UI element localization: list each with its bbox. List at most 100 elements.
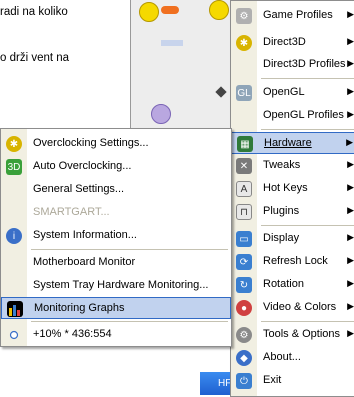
pencil-icon <box>215 86 227 98</box>
menu-item-label: Direct3D <box>263 36 306 48</box>
hardware-submenu: ✱ Overclocking Settings... 3D Auto Overc… <box>0 128 232 347</box>
menu-item-clock-profile[interactable]: +10% * 436:554 <box>1 324 231 346</box>
submenu-arrow-icon: ▶ <box>347 301 354 311</box>
menu-item-overclocking-settings[interactable]: ✱ Overclocking Settings... <box>1 133 231 155</box>
submenu-arrow-icon: ▶ <box>347 328 354 338</box>
submenu-arrow-icon: ▶ <box>347 9 354 19</box>
menu-item-label: Rotation <box>263 278 304 290</box>
video-colors-icon: ● <box>236 300 252 316</box>
opengl-icon: GL <box>236 85 252 101</box>
menu-item-general-settings[interactable]: General Settings... <box>1 179 231 201</box>
display-icon: ▭ <box>236 231 252 247</box>
menu-item-label: OpenGL Profiles <box>263 109 344 121</box>
menu-item-label: Auto Overclocking... <box>33 160 132 172</box>
hot-keys-icon: A <box>236 181 252 197</box>
menu-item-exit[interactable]: ⏻ Exit <box>231 370 354 392</box>
menu-item-label: System Tray Hardware Monitoring... <box>33 279 209 291</box>
speed-icon <box>161 40 183 46</box>
purple-smiley-icon[interactable] <box>151 104 171 124</box>
direct3d-icon: ✱ <box>236 35 252 51</box>
menu-item-label: Refresh Lock <box>263 255 328 267</box>
game-profiles-icon: ⚙ <box>236 8 252 24</box>
submenu-arrow-icon: ▶ <box>347 205 354 215</box>
menu-item-opengl-profiles[interactable]: OpenGL Profiles ▶ <box>231 105 354 127</box>
menu-item-tweaks[interactable]: ✕ Tweaks ▶ <box>231 155 354 177</box>
menu-item-auto-overclocking[interactable]: 3D Auto Overclocking... <box>1 156 231 178</box>
background-text-line: radi na koliko <box>0 6 68 18</box>
radio-icon <box>6 327 22 343</box>
submenu-arrow-icon: ▶ <box>347 232 354 242</box>
exit-icon: ⏻ <box>236 373 252 389</box>
smiley-icon[interactable] <box>209 0 229 20</box>
hardware-icon: ▦ <box>237 136 253 152</box>
menu-item-video-colors[interactable]: ● Video & Colors ▶ <box>231 297 354 319</box>
submenu-arrow-icon: ▶ <box>347 86 354 96</box>
menu-item-label: Hardware <box>264 137 312 149</box>
main-context-menu: ⚙ Game Profiles ▶ ✱ Direct3D ▶ Direct3D … <box>230 0 354 397</box>
menu-item-label: Hot Keys <box>263 182 308 194</box>
background-text-line: o drži vent na <box>0 52 70 64</box>
submenu-arrow-icon: ▶ <box>347 255 354 265</box>
menu-separator <box>261 225 354 226</box>
menu-item-label: Motherboard Monitor <box>33 256 136 268</box>
submenu-arrow-icon: ▶ <box>347 109 354 119</box>
background-page: radi na koliko o drži vent na <box>0 0 130 130</box>
info-icon: i <box>6 228 22 244</box>
menu-item-label: Exit <box>263 374 282 386</box>
menu-item-system-tray-hardware-monitoring[interactable]: System Tray Hardware Monitoring... <box>1 275 231 297</box>
menu-separator <box>261 129 354 130</box>
menu-item-display[interactable]: ▭ Display ▶ <box>231 228 354 250</box>
menu-item-system-information[interactable]: i System Information... <box>1 225 231 247</box>
menu-item-tools-options[interactable]: ⚙ Tools & Options ▶ <box>231 324 354 346</box>
menu-item-label: Display <box>263 232 300 244</box>
tweaks-icon: ✕ <box>236 158 252 174</box>
menu-item-opengl[interactable]: GL OpenGL ▶ <box>231 82 354 104</box>
tools-options-icon: ⚙ <box>236 327 252 343</box>
submenu-arrow-icon: ▶ <box>347 58 354 68</box>
submenu-arrow-icon: ▶ <box>346 137 353 147</box>
menu-item-rotation[interactable]: ↻ Rotation ▶ <box>231 274 354 296</box>
menu-item-motherboard-monitor[interactable]: Motherboard Monitor <box>1 252 231 274</box>
smiley-icon[interactable] <box>139 2 159 22</box>
submenu-arrow-icon: ▶ <box>347 182 354 192</box>
plugins-icon: ⊓ <box>236 204 252 220</box>
menu-item-smartgart: SMARTGART... <box>1 202 231 224</box>
menu-item-label: System Information... <box>33 229 137 241</box>
menu-separator <box>261 321 354 322</box>
menu-item-label: +10% * 436:554 <box>33 328 112 340</box>
menu-item-label: Video & Colors <box>263 301 337 313</box>
refresh-lock-icon: ⟳ <box>236 254 252 270</box>
menu-item-refresh-lock[interactable]: ⟳ Refresh Lock ▶ <box>231 251 354 273</box>
menu-item-label: OpenGL <box>263 86 305 98</box>
rotation-icon: ↻ <box>236 277 252 293</box>
menu-item-direct3d-profiles[interactable]: Direct3D Profiles ▶ <box>231 54 354 76</box>
menu-item-label: Plugins <box>263 205 300 217</box>
auto-overclocking-icon: 3D <box>6 159 22 175</box>
overclocking-icon: ✱ <box>6 136 22 152</box>
menu-item-game-profiles[interactable]: ⚙ Game Profiles ▶ <box>231 5 354 27</box>
monitoring-graphs-icon <box>7 301 23 317</box>
submenu-arrow-icon: ▶ <box>347 278 354 288</box>
submenu-arrow-icon: ▶ <box>347 36 354 46</box>
menu-item-label: General Settings... <box>33 183 125 195</box>
menu-item-hardware[interactable]: ▦ Hardware ▶ <box>231 132 354 154</box>
menu-item-direct3d[interactable]: ✱ Direct3D ▶ <box>231 32 354 54</box>
menu-item-label: SMARTGART... <box>33 206 110 218</box>
menu-item-label: About... <box>263 351 301 363</box>
menu-item-label: Game Profiles <box>263 9 333 21</box>
menu-item-label: Direct3D Profiles <box>263 58 346 70</box>
menu-separator <box>261 78 354 79</box>
menu-item-hot-keys[interactable]: A Hot Keys ▶ <box>231 178 354 200</box>
menu-item-monitoring-graphs[interactable]: Monitoring Graphs <box>1 297 231 319</box>
menu-separator <box>31 321 228 322</box>
smiley-panel <box>130 0 241 130</box>
menu-item-label: Tools & Options <box>263 328 341 340</box>
menu-separator <box>31 249 228 250</box>
menu-item-label: Monitoring Graphs <box>34 302 125 314</box>
menu-item-plugins[interactable]: ⊓ Plugins ▶ <box>231 201 354 223</box>
menu-item-about[interactable]: ◆ About... <box>231 347 354 369</box>
about-icon: ◆ <box>236 350 252 366</box>
menu-item-label: Overclocking Settings... <box>33 137 149 149</box>
submenu-arrow-icon: ▶ <box>347 159 354 169</box>
menu-item-label: Tweaks <box>263 159 301 171</box>
